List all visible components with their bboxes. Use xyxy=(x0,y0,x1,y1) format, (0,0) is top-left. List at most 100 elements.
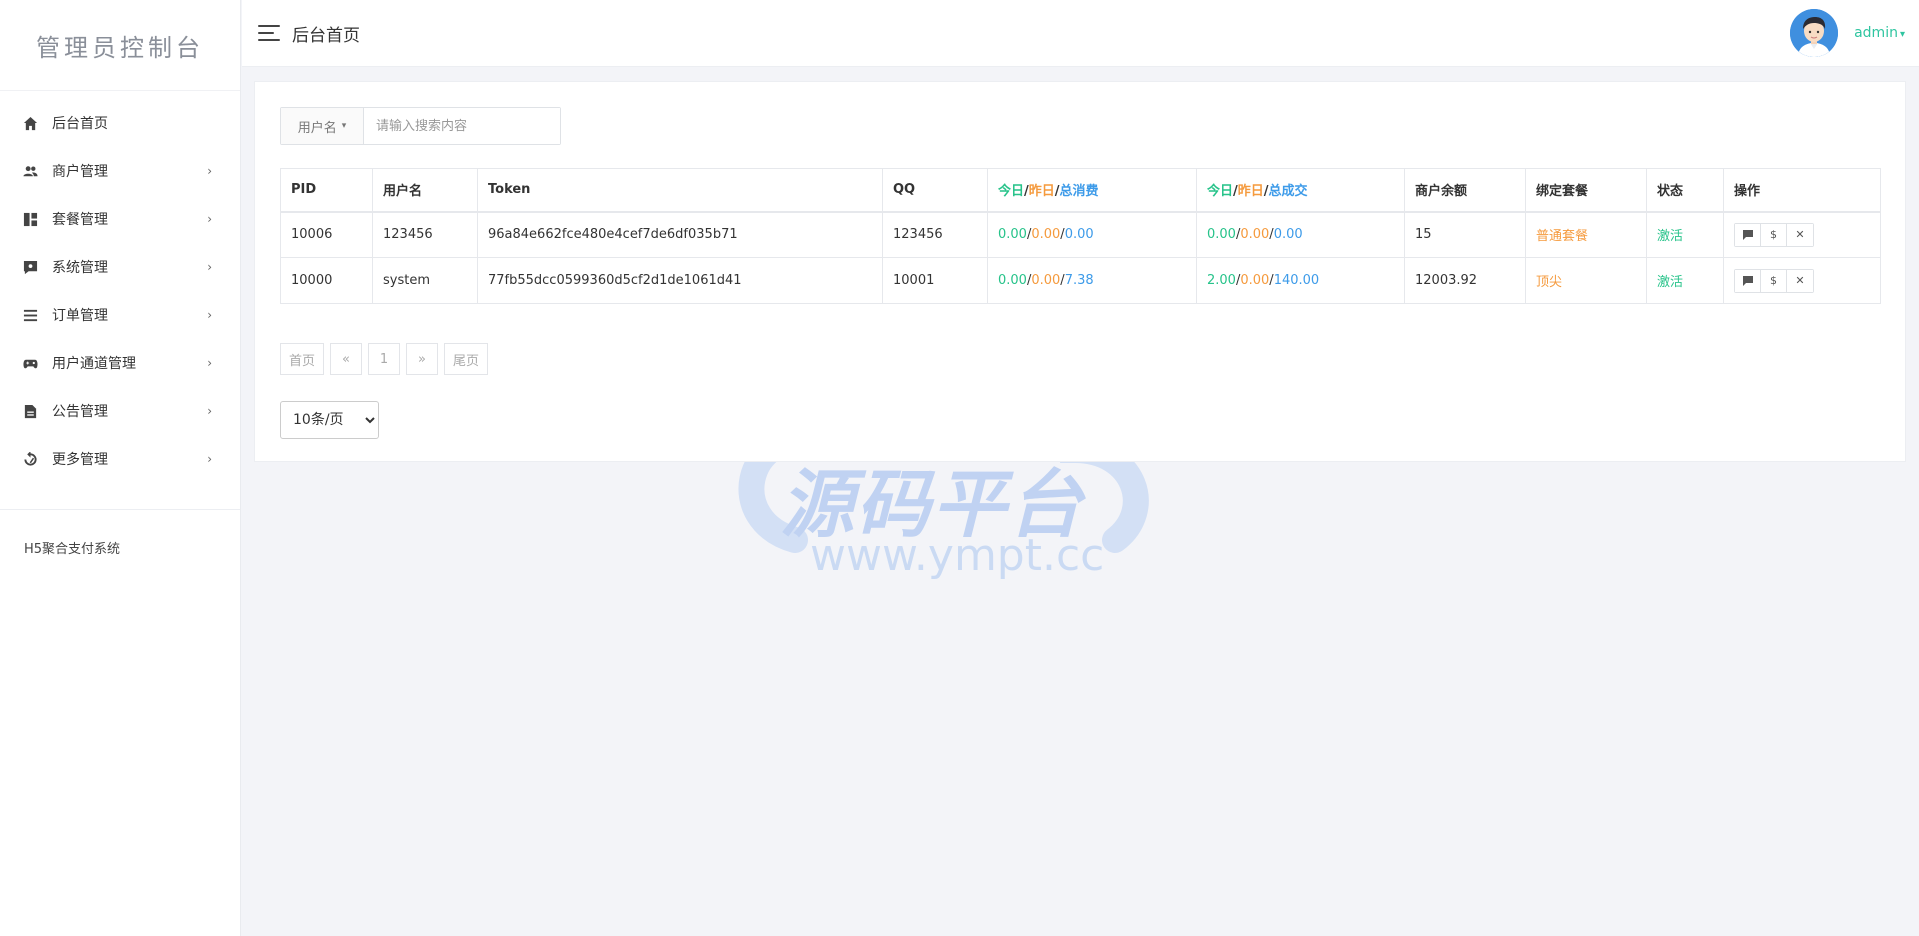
cell-package: 顶尖 xyxy=(1525,257,1647,304)
home-icon xyxy=(22,115,38,131)
header-yesterday: 昨日 xyxy=(1028,184,1055,200)
chevron-right-icon: › xyxy=(207,308,212,322)
message-button[interactable] xyxy=(1735,223,1761,246)
recharge-button[interactable]: $ xyxy=(1761,269,1787,292)
cell-consume: 0.00/0.00/0.00 xyxy=(987,211,1197,258)
header-today: 今日 xyxy=(998,184,1025,200)
username-label: admin xyxy=(1854,25,1898,41)
sidebar-item-home[interactable]: 后台首页 xyxy=(0,99,240,147)
sidebar-item-label: 系统管理 xyxy=(52,260,108,276)
message-button[interactable] xyxy=(1735,269,1761,292)
username[interactable]: admin ▾ xyxy=(1854,25,1905,41)
sidebar-item-orders[interactable]: 订单管理 › xyxy=(0,291,240,339)
deal-yesterday: 0.00 xyxy=(1240,227,1270,243)
cell-username: 123456 xyxy=(372,211,478,258)
brand-title: 管理员控制台 xyxy=(36,33,204,62)
row-actions: $ ✕ xyxy=(1734,222,1814,247)
sidebar-item-merchants[interactable]: 商户管理 › xyxy=(0,147,240,195)
sidebar-item-system[interactable]: 系统管理 › xyxy=(0,243,240,291)
cell-username: system xyxy=(372,257,478,304)
column-header-pid: PID xyxy=(280,168,373,213)
deal-yesterday: 0.00 xyxy=(1240,273,1270,288)
page-title: 后台首页 xyxy=(292,25,360,46)
pagination: 首页 « 1 » 尾页 xyxy=(280,343,494,375)
cell-balance: 12003.92 xyxy=(1404,257,1526,304)
content-panel: 用户名 ▾ PID 用户名 Token QQ 今日/昨日/总消费 今日/昨日/总… xyxy=(254,81,1906,462)
cell-qq: 10001 xyxy=(882,257,988,304)
cell-status: 激活 xyxy=(1646,257,1724,304)
consume-total: 0.00 xyxy=(1064,227,1094,243)
cell-token: 77fb55dcc0599360d5cf2d1de1061d41 xyxy=(477,257,883,304)
column-header-balance: 商户余额 xyxy=(1404,168,1526,213)
column-header-ops: 操作 xyxy=(1723,168,1881,213)
column-header-token: Token xyxy=(477,168,883,213)
pagination-page-1[interactable]: 1 xyxy=(368,343,401,375)
header-today: 今日 xyxy=(1207,184,1234,200)
sidebar-item-packages[interactable]: 套餐管理 › xyxy=(0,195,240,243)
chevron-right-icon: › xyxy=(207,452,212,466)
search-group: 用户名 ▾ xyxy=(280,107,561,145)
cell-token: 96a84e662fce480e4cef7de6df035b71 xyxy=(477,211,883,258)
watermark-url: www.ympt.cc xyxy=(810,530,1105,581)
chevron-right-icon: › xyxy=(207,356,212,370)
per-page-select[interactable]: 10条/页 xyxy=(280,401,379,439)
sidebar-item-announcements[interactable]: 公告管理 › xyxy=(0,387,240,435)
user-menu[interactable]: admin ▾ xyxy=(1790,9,1905,57)
users-icon xyxy=(22,163,38,179)
pagination-next[interactable]: » xyxy=(406,343,439,375)
sidebar-item-label: 用户通道管理 xyxy=(52,356,136,372)
cell-deal: 0.00/0.00/0.00 xyxy=(1196,211,1405,258)
merchant-table: PID 用户名 Token QQ 今日/昨日/总消费 今日/昨日/总成交 商户余… xyxy=(280,168,1881,304)
cell-balance: 15 xyxy=(1404,211,1526,258)
column-header-deal: 今日/昨日/总成交 xyxy=(1196,168,1405,213)
cell-ops: $ ✕ xyxy=(1723,257,1881,304)
avatar[interactable] xyxy=(1790,9,1839,57)
topbar: 后台首页 admin ▾ xyxy=(242,0,1919,67)
header-yesterday: 昨日 xyxy=(1237,184,1264,200)
consume-yesterday: 0.00 xyxy=(1031,227,1061,243)
table-header-row: PID 用户名 Token QQ 今日/昨日/总消费 今日/昨日/总成交 商户余… xyxy=(280,168,1881,213)
sidebar-item-channels[interactable]: 用户通道管理 › xyxy=(0,339,240,387)
header-total-consume: 总消费 xyxy=(1059,184,1099,200)
cell-ops: $ ✕ xyxy=(1723,211,1881,258)
search-input[interactable] xyxy=(364,108,560,144)
brand-logo: 管理员控制台 xyxy=(0,0,240,91)
dashboard-icon xyxy=(22,211,38,227)
column-header-qq: QQ xyxy=(882,168,988,213)
column-header-consume: 今日/昨日/总消费 xyxy=(987,168,1197,213)
recharge-button[interactable]: $ xyxy=(1761,223,1787,246)
menu-toggle-icon[interactable] xyxy=(258,25,280,41)
sidebar-item-label: 后台首页 xyxy=(52,116,108,132)
deal-total: 140.00 xyxy=(1273,273,1320,288)
chevron-right-icon: › xyxy=(207,164,212,178)
search-field-label: 用户名 xyxy=(297,120,337,136)
table-row: 10006 123456 96a84e662fce480e4cef7de6df0… xyxy=(280,211,1881,258)
refresh-icon xyxy=(22,451,38,467)
consume-yesterday: 0.00 xyxy=(1031,273,1061,288)
cell-status: 激活 xyxy=(1646,211,1724,258)
cell-pid: 10000 xyxy=(280,257,373,304)
search-field-select[interactable]: 用户名 ▾ xyxy=(281,108,364,144)
table-row: 10000 system 77fb55dcc0599360d5cf2d1de10… xyxy=(280,257,1881,304)
consume-today: 0.00 xyxy=(998,227,1027,243)
pagination-prev[interactable]: « xyxy=(330,343,363,375)
sidebar-item-label: 套餐管理 xyxy=(52,212,108,228)
sidebar-item-label: 商户管理 xyxy=(52,164,108,180)
list-icon xyxy=(22,307,38,323)
header-total-deal: 总成交 xyxy=(1268,184,1308,200)
deal-total: 0.00 xyxy=(1273,227,1303,243)
column-header-package: 绑定套餐 xyxy=(1525,168,1647,213)
document-icon xyxy=(22,403,38,419)
sidebar-item-more[interactable]: 更多管理 › xyxy=(0,435,240,483)
delete-button[interactable]: ✕ xyxy=(1787,269,1813,292)
cell-qq: 123456 xyxy=(882,211,988,258)
deal-today: 0.00 xyxy=(1207,227,1236,243)
delete-button[interactable]: ✕ xyxy=(1787,223,1813,246)
caret-down-icon: ▾ xyxy=(341,121,347,131)
message-icon xyxy=(1742,229,1753,240)
message-icon xyxy=(1742,275,1753,286)
pagination-last[interactable]: 尾页 xyxy=(444,343,489,375)
pagination-first[interactable]: 首页 xyxy=(280,343,325,375)
consume-today: 0.00 xyxy=(998,273,1027,288)
system-name: H5聚合支付系统 xyxy=(24,542,121,557)
